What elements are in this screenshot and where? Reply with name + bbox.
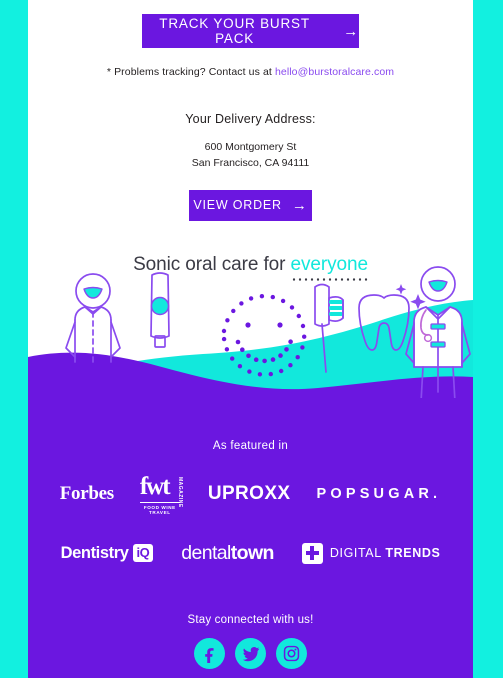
logo-digital-trends: DIGITAL TRENDS xyxy=(301,538,441,568)
logo-forbes: Forbes xyxy=(59,483,114,504)
problems-tracking-text: * Problems tracking? Contact us at hello… xyxy=(28,66,473,78)
digital-trends-wordmark: DIGITAL TRENDS xyxy=(330,546,441,560)
dentaltown-bold-part: town xyxy=(230,541,275,564)
toothpaste-tube-illustration xyxy=(150,272,170,348)
tracking-section: TRACK YOUR BURST PACK → * Problems track… xyxy=(28,0,473,281)
digital-trends-bold-part: TRENDS xyxy=(385,546,441,560)
view-order-label: VIEW ORDER xyxy=(193,198,282,212)
headline-accent-everyone: everyone xyxy=(290,253,369,281)
instagram-glyph xyxy=(283,645,300,662)
email-body: TRACK YOUR BURST PACK → * Problems track… xyxy=(28,0,473,678)
track-button-label: TRACK YOUR BURST PACK xyxy=(159,16,310,46)
fwt-wordmark: fwt xyxy=(139,472,171,500)
problems-tracking-prefix: * Problems tracking? Contact us at xyxy=(106,66,275,78)
press-logos-row-1: Forbes fwt MAGAZINE FOOD WINE TRAVEL UPR… xyxy=(28,472,473,516)
twitter-glyph xyxy=(242,646,259,661)
delivery-address-block: 600 Montgomery St San Francisco, CA 9411… xyxy=(28,140,473,172)
delivery-address-line1: 600 Montgomery St xyxy=(204,141,297,153)
email-frame: TRACK YOUR BURST PACK → * Problems track… xyxy=(0,0,503,678)
footer-section: As featured in Forbes fwt MAGAZINE FOOD … xyxy=(28,398,473,678)
stay-connected-label: Stay connected with us! xyxy=(187,614,314,626)
view-order-wrapper: VIEW ORDER → xyxy=(28,189,473,221)
logo-dentistry-iq: Dentistry iQ xyxy=(61,538,154,568)
arrow-right-icon: → xyxy=(343,22,359,40)
digital-trends-plus-icon xyxy=(301,542,323,564)
delivery-address-title: Your Delivery Address: xyxy=(185,112,316,126)
facebook-icon[interactable] xyxy=(194,638,225,669)
social-icons-row xyxy=(28,638,473,669)
logo-fwt-magazine: fwt MAGAZINE FOOD WINE TRAVEL xyxy=(139,472,183,516)
logo-popsugar: POPSUGAR. xyxy=(316,486,442,502)
facebook-glyph xyxy=(204,647,214,663)
fwt-subtitle: FOOD WINE TRAVEL xyxy=(139,501,180,515)
view-order-button[interactable]: VIEW ORDER → xyxy=(189,189,312,221)
dentaltown-light-part: dental xyxy=(181,541,231,564)
logo-dentaltown: dental town xyxy=(181,538,274,568)
track-burst-pack-button[interactable]: TRACK YOUR BURST PACK → xyxy=(142,14,359,48)
press-logos-row-2: Dentistry iQ dental town DIGITAL TRENDS xyxy=(28,538,473,568)
smiley-eye-right xyxy=(277,322,283,328)
as-featured-in-label: As featured in xyxy=(212,440,289,452)
sparkle-medium-icon xyxy=(395,284,407,295)
arrow-right-icon: → xyxy=(291,196,308,214)
delivery-address-line2: San Francisco, CA 94111 xyxy=(191,156,310,169)
iq-badge-icon: iQ xyxy=(132,544,154,562)
twitter-icon[interactable] xyxy=(235,638,266,669)
hero-headline: Sonic oral care for everyone xyxy=(28,253,473,281)
support-email-link[interactable]: hello@burstoralcare.com xyxy=(275,66,394,78)
dentistry-wordmark: Dentistry xyxy=(60,543,129,562)
instagram-icon[interactable] xyxy=(276,638,307,669)
logo-uproxx: UPROXX xyxy=(207,483,291,504)
headline-prefix: Sonic oral care for xyxy=(133,253,291,275)
person-figure-illustration xyxy=(65,273,121,363)
digital-trends-light-part: DIGITAL xyxy=(329,546,386,560)
fwt-vertical-text: MAGAZINE xyxy=(176,476,183,508)
smiley-eye-left xyxy=(245,322,251,328)
